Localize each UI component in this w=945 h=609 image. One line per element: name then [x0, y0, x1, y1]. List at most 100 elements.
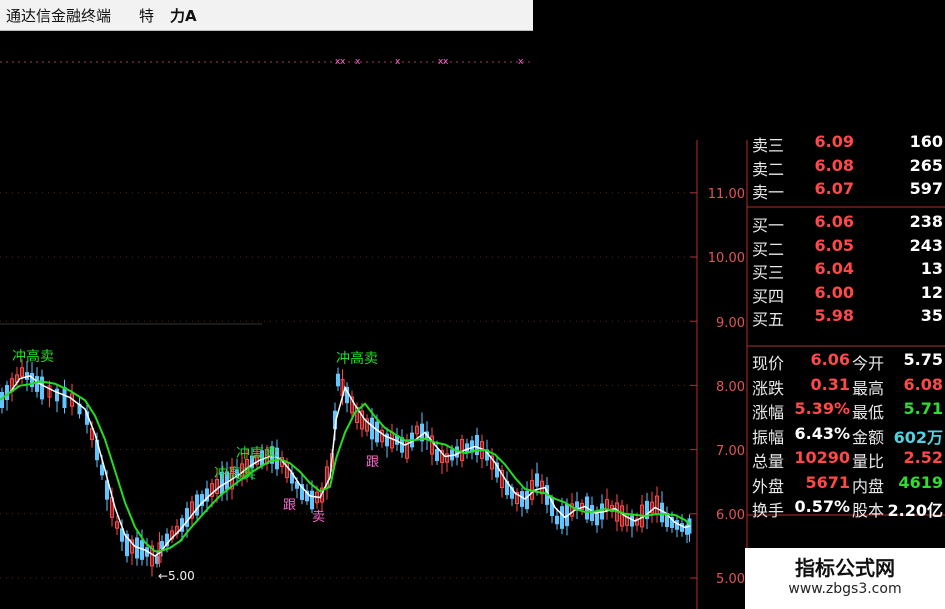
- quote-value-2: 238: [909, 212, 943, 231]
- quote-row[interactable]: 买一 6.06 238: [752, 212, 945, 235]
- candle-body: [5, 384, 9, 401]
- quote-value: 6.07: [814, 179, 854, 198]
- quote-value-2: 4619: [898, 472, 943, 492]
- quote-value: 6.05: [814, 235, 854, 255]
- app-title: 通达信金融终端: [6, 6, 112, 25]
- quote-row[interactable]: 涨跌 0.31 最高 6.08: [752, 375, 945, 398]
- quote-label: 买四: [752, 286, 785, 306]
- candle-body: [100, 464, 104, 476]
- quote-value-2: 602万: [893, 427, 943, 447]
- candle-body: [435, 449, 439, 461]
- candle-body: [195, 494, 199, 516]
- quote-label-2: 股本: [852, 501, 885, 520]
- quote-row[interactable]: 涨幅 5.39% 最低 5.71: [752, 399, 945, 422]
- quote-value: 5.98: [814, 306, 854, 325]
- quote-row[interactable]: 买三 6.04 13: [752, 259, 945, 282]
- quote-value-2: 2.20亿: [887, 501, 943, 520]
- candle-body: [590, 504, 594, 522]
- quote-row[interactable]: 卖二 6.08 265: [752, 156, 945, 179]
- signal-x-mark: x: [395, 57, 401, 67]
- annotation-gen-1: 跟: [366, 455, 380, 470]
- quote-label: 买五: [752, 310, 785, 329]
- candle-body: [535, 473, 539, 487]
- quote-label: 振幅: [752, 427, 785, 447]
- quote-row[interactable]: 振幅 6.43% 金额 602万: [752, 424, 945, 447]
- quote-value-2: 5.71: [903, 399, 943, 418]
- watermark-url: www.zbgs3.com: [788, 581, 902, 597]
- low-price-marker: ←5.00: [158, 569, 195, 583]
- candle-body: [375, 421, 379, 443]
- annotation-chonggaomai-1: 冲高卖: [12, 349, 54, 365]
- quote-label: 买一: [752, 216, 785, 235]
- quote-value: 6.04: [814, 259, 854, 278]
- quote-label: 涨幅: [752, 403, 785, 422]
- candle-body: [560, 506, 564, 529]
- quote-value: 6.08: [814, 155, 854, 175]
- quote-value: 6.43%: [794, 423, 850, 443]
- quote-row[interactable]: 买二 6.05 243: [752, 236, 945, 259]
- menu-lia[interactable]: 力A: [170, 5, 197, 26]
- quote-row[interactable]: 换手 0.57% 股本 2.20亿: [752, 497, 945, 520]
- quote-value-2: 2.52: [903, 448, 943, 467]
- site-watermark: 指标公式网 www.zbgs3.com: [745, 548, 945, 609]
- annotation-chonggaomai-4: 冲高卖: [214, 466, 256, 482]
- quote-value: 5.39%: [794, 399, 850, 418]
- top-markers: xxxxxxx: [335, 57, 524, 67]
- quote-label: 卖一: [752, 183, 785, 202]
- quote-label-2: 金额: [852, 427, 885, 447]
- quote-label-2: 量比: [852, 452, 885, 471]
- quote-label: 买二: [752, 239, 785, 259]
- candle-body: [630, 515, 634, 527]
- quote-label: 买三: [752, 263, 785, 282]
- y-tick-label: 9.00: [716, 316, 745, 331]
- quote-label: 涨跌: [752, 378, 785, 398]
- signal-x-mark: x: [355, 57, 361, 67]
- signal-x-mark: x: [340, 57, 346, 67]
- quote-value: 6.00: [814, 282, 854, 302]
- candle-body: [520, 491, 524, 507]
- quote-value-2: 13: [920, 259, 943, 278]
- candle-body: [160, 541, 164, 549]
- y-tick-label: 11.00: [707, 187, 745, 202]
- quote-label: 总量: [752, 452, 785, 471]
- quote-value: 6.09: [814, 132, 854, 151]
- quote-row[interactable]: 现价 6.06 今开 5.75: [752, 350, 945, 373]
- quote-value-2: 160: [909, 132, 943, 151]
- quote-label-2: 最低: [852, 403, 885, 422]
- y-tick-label: 5.00: [716, 572, 745, 587]
- quote-row[interactable]: 总量 10290 量比 2.52: [752, 448, 945, 471]
- quote-label: 换手: [752, 501, 785, 520]
- quote-value: 6.06: [810, 350, 850, 369]
- candle-body: [660, 502, 664, 523]
- quote-row[interactable]: 外盘 5671 内盘 4619: [752, 473, 945, 496]
- annotation-chonggaomai-2: 冲高卖: [336, 351, 378, 367]
- candle-body: [555, 515, 559, 525]
- candle-body: [575, 501, 579, 509]
- quote-label: 卖三: [752, 136, 785, 155]
- y-tick-label: 10.00: [707, 251, 745, 266]
- menu-te[interactable]: 特: [139, 5, 154, 26]
- quote-row[interactable]: 卖一 6.07 597: [752, 179, 945, 202]
- quote-value-2: 35: [920, 306, 943, 325]
- quote-value: 10290: [794, 448, 850, 467]
- signal-x-mark: x: [518, 57, 524, 67]
- quote-label-2: 最高: [852, 378, 885, 398]
- candle-body: [62, 386, 67, 409]
- quote-value: 0.31: [810, 374, 850, 394]
- candle-body: [675, 520, 679, 530]
- quote-row[interactable]: 买四 6.00 12: [752, 283, 945, 306]
- quote-row[interactable]: 卖三 6.09 160: [752, 132, 945, 155]
- candle-body: [525, 490, 529, 510]
- y-tick-label: 8.00: [716, 380, 745, 395]
- watermark-title: 指标公式网: [795, 556, 895, 580]
- quote-value: 0.57%: [794, 497, 850, 516]
- quote-value-2: 5.75: [903, 350, 943, 369]
- y-tick-label: 6.00: [716, 508, 745, 523]
- quote-value-2: 597: [909, 179, 943, 198]
- quote-label: 卖二: [752, 159, 785, 179]
- quote-label-2: 今开: [852, 354, 885, 373]
- quote-value-2: 265: [909, 155, 943, 175]
- quote-row[interactable]: 买五 5.98 35: [752, 306, 945, 329]
- annotation-gen-2: 跟: [283, 498, 297, 513]
- quote-value: 5671: [805, 472, 850, 492]
